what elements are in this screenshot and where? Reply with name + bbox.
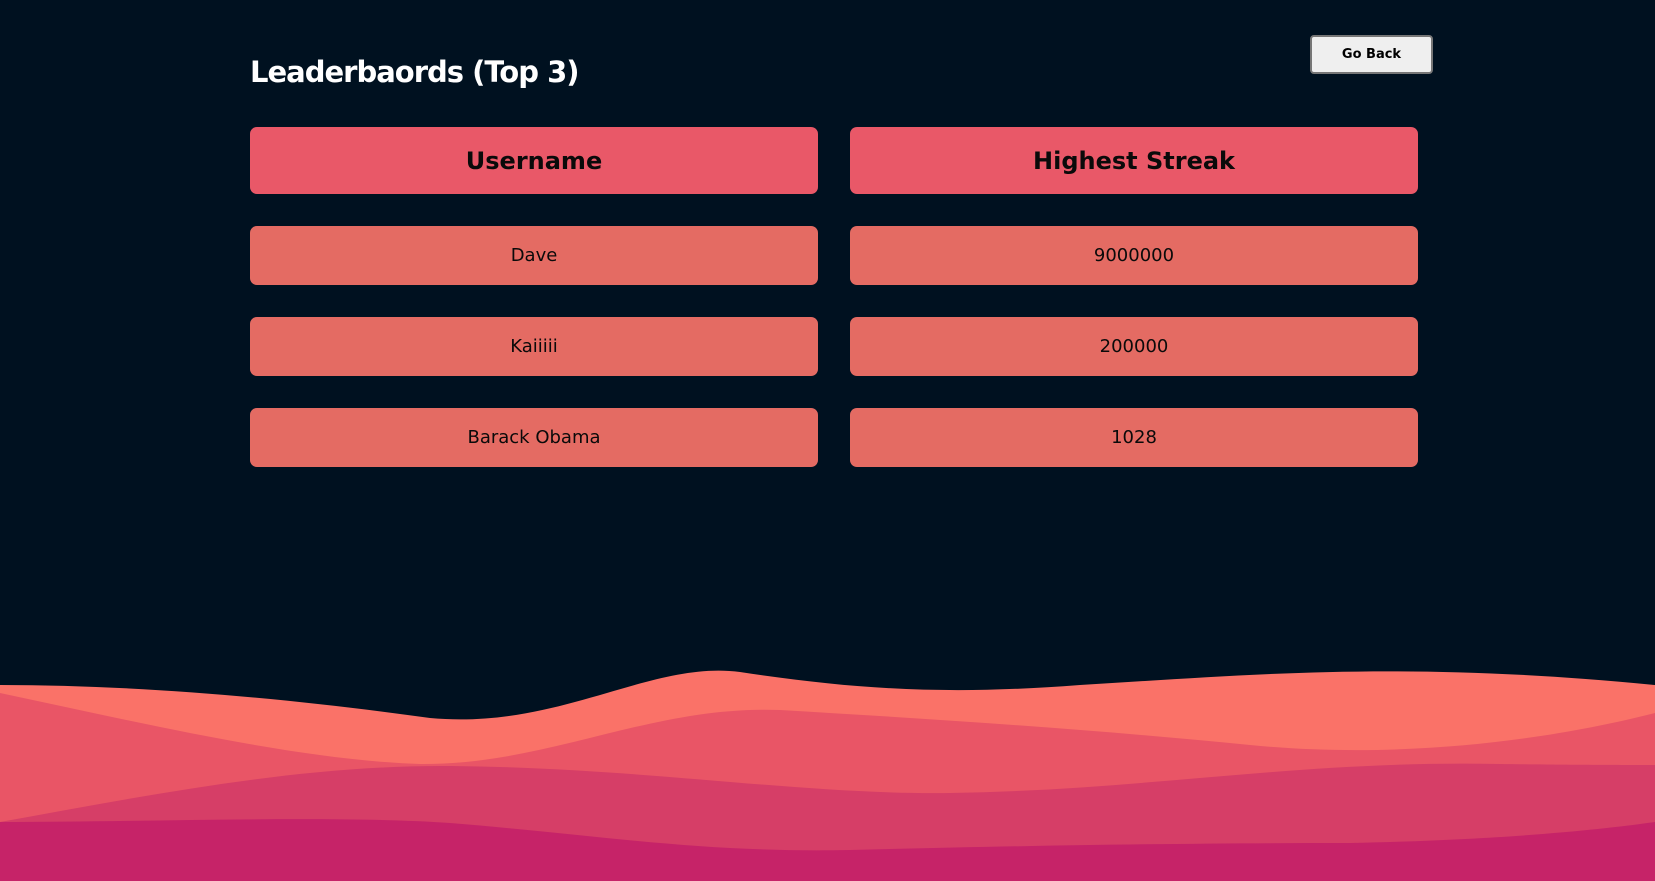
leaderboard-page: Leaderbaords (Top 3) Go Back Username Hi… xyxy=(0,0,1655,881)
row-1-streak: 9000000 xyxy=(850,226,1418,285)
decorative-waves xyxy=(0,670,1655,881)
go-back-button[interactable]: Go Back xyxy=(1310,35,1433,74)
row-2-streak: 200000 xyxy=(850,317,1418,376)
page-title: Leaderbaords (Top 3) xyxy=(250,55,580,89)
row-1-username: Dave xyxy=(250,226,818,285)
leaderboard-table: Username Highest Streak Dave 9000000 Kai… xyxy=(250,127,1418,499)
row-2-username: Kaiiiii xyxy=(250,317,818,376)
row-3-username: Barack Obama xyxy=(250,408,818,467)
header-username: Username xyxy=(250,127,818,194)
header-highest-streak: Highest Streak xyxy=(850,127,1418,194)
row-3-streak: 1028 xyxy=(850,408,1418,467)
